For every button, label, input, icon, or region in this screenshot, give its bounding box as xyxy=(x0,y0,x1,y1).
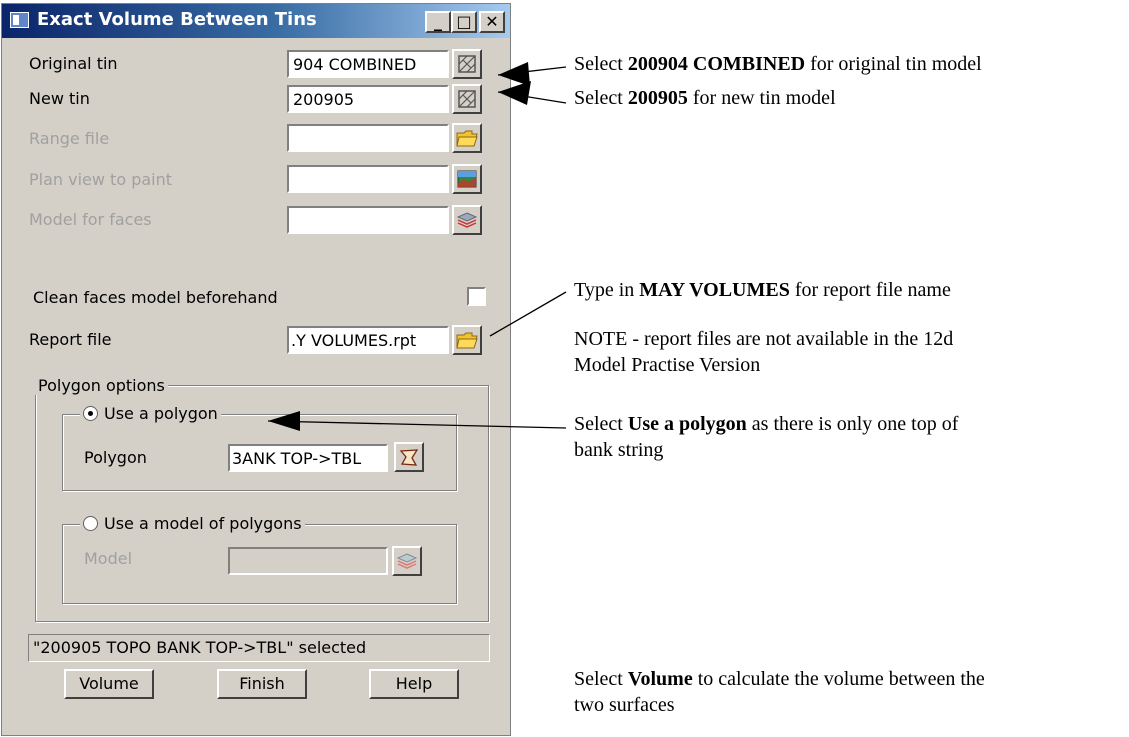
report-file-browse-button[interactable] xyxy=(452,325,482,355)
new-tin-label: New tin xyxy=(29,89,90,108)
ann2-pre: Select xyxy=(574,87,628,109)
volume-button[interactable]: Volume xyxy=(64,669,154,699)
range-file-label: Range file xyxy=(29,129,110,148)
original-tin-select-button[interactable] xyxy=(452,49,482,79)
ann5-line2: bank string xyxy=(574,439,664,461)
ann1-bold: 200904 COMBINED xyxy=(627,53,806,75)
polygon-select-button[interactable] xyxy=(394,442,424,472)
ann3-pre: Type in xyxy=(574,279,640,301)
ann3-post: for report file name xyxy=(789,279,951,301)
use-polygon-radio-indicator[interactable] xyxy=(83,406,98,421)
ann6-pre: Select xyxy=(574,668,628,690)
plan-view-select-button[interactable] xyxy=(452,164,482,194)
report-file-label: Report file xyxy=(29,330,112,349)
model-input[interactable] xyxy=(228,547,388,575)
use-model-radio[interactable]: Use a model of polygons xyxy=(80,514,305,533)
model-faces-input[interactable] xyxy=(287,206,449,234)
clean-faces-checkbox[interactable] xyxy=(467,287,486,306)
use-polygon-radio[interactable]: Use a polygon xyxy=(80,404,221,423)
report-file-input[interactable]: .Y VOLUMES.rpt xyxy=(287,326,449,354)
plan-view-input[interactable] xyxy=(287,165,449,193)
range-file-browse-button[interactable] xyxy=(452,123,482,153)
ann5-bold: Use a polygon xyxy=(627,413,747,435)
polygon-options-legend: Polygon options xyxy=(35,376,168,395)
range-file-input[interactable] xyxy=(287,124,449,152)
ann6-post: to calculate the volume between the xyxy=(692,668,985,690)
ann5-post: as there is only one top of xyxy=(746,413,959,435)
annotation-new-tin: Select 200905 for new tin model xyxy=(574,85,836,111)
use-model-radio-indicator[interactable] xyxy=(83,516,98,531)
new-tin-select-button[interactable] xyxy=(452,84,482,114)
ann1-post: for original tin model xyxy=(805,53,982,75)
tin-select-icon xyxy=(458,55,476,73)
ann2-post: for new tin model xyxy=(687,87,836,109)
model-label: Model xyxy=(84,549,133,568)
use-polygon-label: Use a polygon xyxy=(104,404,218,423)
annotation-note: NOTE - report files are not available in… xyxy=(574,326,953,378)
ann4-line2: Model Practise Version xyxy=(574,354,761,376)
ann6-line2: two surfaces xyxy=(574,694,675,716)
annotation-volume: Select Volume to calculate the volume be… xyxy=(574,666,985,718)
annotation-report-file: Type in MAY VOLUMES for report file name xyxy=(574,277,951,303)
finish-button[interactable]: Finish xyxy=(217,669,307,699)
ann2-bold: 200905 xyxy=(627,87,688,109)
status-bar: "200905 TOPO BANK TOP->TBL" selected xyxy=(28,634,490,662)
model-layers-icon xyxy=(396,553,418,569)
original-tin-input[interactable]: 904 COMBINED xyxy=(287,50,449,78)
annotation-use-polygon: Select Use a polygon as there is only on… xyxy=(574,411,958,463)
folder-icon xyxy=(456,332,478,349)
plan-view-icon xyxy=(457,170,477,188)
polygon-select-icon xyxy=(399,449,419,466)
model-layers-icon xyxy=(456,212,478,228)
app-icon xyxy=(10,12,29,28)
model-faces-label: Model for faces xyxy=(29,210,152,229)
clean-faces-label: Clean faces model beforehand xyxy=(33,288,278,307)
original-tin-label: Original tin xyxy=(29,54,118,73)
title-bar[interactable]: Exact Volume Between Tins _ □ ✕ xyxy=(2,4,510,38)
model-faces-select-button[interactable] xyxy=(452,205,482,235)
annotation-original-tin: Select 200904 COMBINED for original tin … xyxy=(574,51,982,77)
ann3-bold: MAY VOLUMES xyxy=(639,279,790,301)
maximize-button[interactable]: □ xyxy=(451,11,477,33)
ann1-pre: Select xyxy=(574,53,628,75)
minimize-button[interactable]: _ xyxy=(425,11,451,33)
ann5-pre: Select xyxy=(574,413,628,435)
help-button[interactable]: Help xyxy=(369,669,459,699)
tin-select-icon xyxy=(458,90,476,108)
ann4-line1: NOTE - report files are not available in… xyxy=(574,328,954,350)
polygon-label: Polygon xyxy=(84,448,147,467)
polygon-input[interactable]: 3ANK TOP->TBL xyxy=(228,444,388,472)
close-button[interactable]: ✕ xyxy=(479,11,505,33)
use-model-label: Use a model of polygons xyxy=(104,514,302,533)
model-select-button[interactable] xyxy=(392,546,422,576)
plan-view-label: Plan view to paint xyxy=(29,170,173,189)
window-title: Exact Volume Between Tins xyxy=(37,9,317,30)
new-tin-input[interactable]: 200905 xyxy=(287,85,449,113)
exact-volume-dialog: Exact Volume Between Tins _ □ ✕ Original… xyxy=(1,3,511,736)
ann6-bold: Volume xyxy=(627,668,693,690)
folder-icon xyxy=(456,130,478,147)
